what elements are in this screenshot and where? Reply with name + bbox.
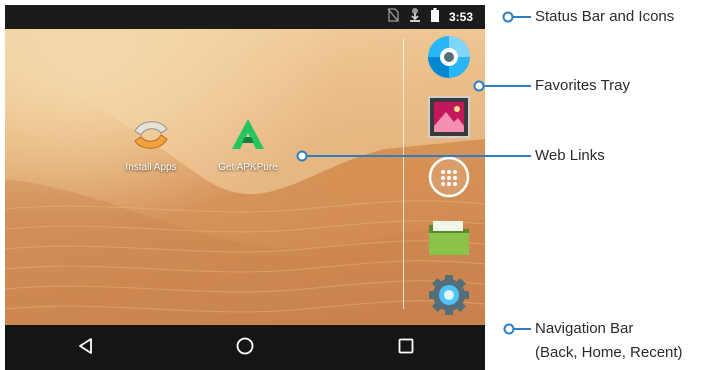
callout-navigation-bar: Navigation Bar <box>535 320 634 337</box>
callout-navigation-buttons: (Back, Home, Recent) <box>535 344 683 361</box>
callout-favorites-tray: Favorites Tray <box>535 77 631 94</box>
callout-web-links: Web Links <box>535 147 605 164</box>
callout-status-bar: Status Bar and Icons <box>535 8 675 25</box>
callout-connectors <box>296 11 531 335</box>
